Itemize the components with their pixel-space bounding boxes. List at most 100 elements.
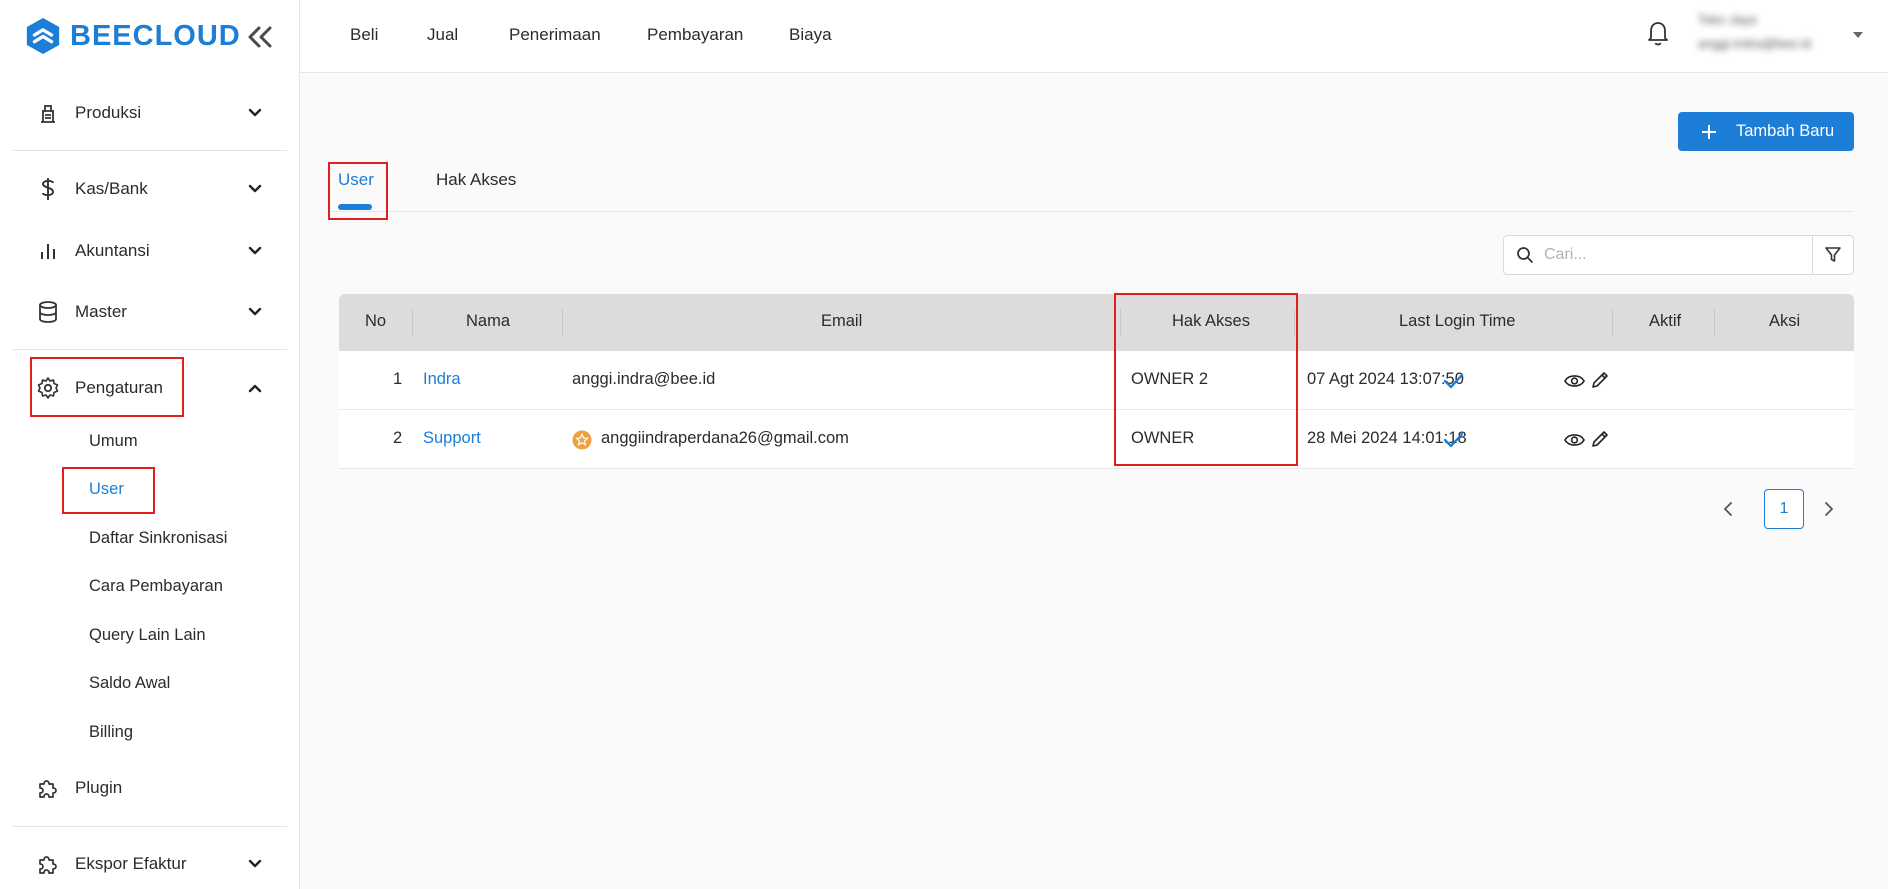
sidebar-item-kas-bank[interactable]: Kas/Bank	[0, 176, 300, 202]
brand-name: BEECLOUD	[70, 19, 241, 52]
header-separator	[1714, 309, 1715, 336]
header-aksi: Aksi	[1769, 312, 1801, 330]
user-table: No Nama Email Hak Akses Last Login Time …	[339, 294, 1854, 469]
chevron-down-icon	[248, 108, 262, 117]
beecloud-logo-icon	[26, 17, 60, 55]
chevron-left-icon[interactable]	[1718, 497, 1738, 521]
user-menu[interactable]: Toko Jaya anggi.indra@bee.id	[1698, 12, 1811, 51]
cell-email: anggi.indra@bee.id	[572, 370, 716, 388]
user-name: Toko Jaya	[1698, 12, 1757, 27]
header-separator	[1120, 309, 1121, 336]
database-icon	[36, 300, 60, 324]
gear-icon	[36, 376, 60, 400]
cell-hak-akses: OWNER	[1131, 429, 1195, 447]
table-header: No Nama Email Hak Akses Last Login Time …	[339, 294, 1854, 351]
pencil-icon[interactable]	[1590, 370, 1610, 390]
add-new-label: Tambah Baru	[1736, 122, 1835, 140]
sidebar-item-label: Plugin	[75, 778, 123, 797]
owner-star-icon	[572, 430, 592, 450]
chevron-right-icon[interactable]	[1819, 497, 1839, 521]
sidebar-item-akuntansi[interactable]: Akuntansi	[0, 238, 300, 264]
sidebar-item-plugin[interactable]: Plugin	[0, 775, 300, 801]
header-aktif: Aktif	[1649, 312, 1682, 330]
bar-chart-icon	[36, 239, 60, 263]
pencil-icon[interactable]	[1590, 429, 1610, 449]
check-icon	[1443, 432, 1464, 448]
cell-nama-link[interactable]: Support	[423, 429, 481, 448]
topbar: Beli Jual Penerimaan Pembayaran Biaya To…	[300, 0, 1888, 73]
cell-no: 2	[393, 429, 403, 447]
cell-last-login: 07 Agt 2024 13:07:50	[1307, 370, 1464, 388]
header-separator	[562, 309, 563, 336]
header-separator	[1612, 309, 1613, 336]
sidebar-item-label: Master	[75, 302, 127, 321]
topmenu-pembayaran[interactable]: Pembayaran	[647, 25, 743, 45]
sidebar-subitem-umum[interactable]: Umum	[89, 432, 138, 451]
user-email: anggi.indra@bee.id	[1698, 36, 1811, 51]
tab-bar: User Hak Akses	[330, 160, 1854, 212]
sidebar-item-label: Produksi	[75, 103, 142, 122]
filter-icon	[1825, 247, 1841, 262]
puzzle-icon	[36, 776, 60, 800]
dollar-icon	[36, 177, 60, 201]
sidebar-item-ekspor-efaktur[interactable]: Ekspor Efaktur	[0, 851, 300, 877]
search-input[interactable]	[1544, 246, 1804, 264]
filter-button[interactable]	[1813, 235, 1854, 275]
add-new-button[interactable]: Tambah Baru	[1678, 112, 1854, 151]
plus-icon	[1692, 124, 1726, 140]
sidebar-item-produksi[interactable]: Produksi	[0, 100, 300, 126]
sidebar-subitem-user[interactable]: User	[89, 480, 124, 499]
sidebar-divider	[13, 826, 287, 827]
topmenu-beli[interactable]: Beli	[350, 25, 378, 45]
page-number-button[interactable]: 1	[1764, 489, 1804, 529]
cell-no: 1	[393, 370, 403, 388]
topmenu-biaya[interactable]: Biaya	[789, 25, 832, 45]
factory-icon	[36, 101, 60, 125]
search-box	[1503, 235, 1813, 275]
sidebar-subitem-daftar-sinkronisasi[interactable]: Daftar Sinkronisasi	[89, 529, 227, 548]
table-row: 1 Indra anggi.indra@bee.id OWNER 2 07 Ag…	[339, 351, 1854, 410]
sidebar-item-master[interactable]: Master	[0, 299, 300, 325]
tab-user[interactable]: User	[338, 170, 374, 190]
tab-hak-akses[interactable]: Hak Akses	[436, 170, 516, 190]
cell-nama-link[interactable]: Indra	[423, 370, 461, 389]
header-last-login: Last Login Time	[1399, 312, 1516, 330]
search-icon	[1517, 247, 1533, 263]
eye-icon[interactable]	[1564, 371, 1585, 391]
sidebar-subitem-query-lain-lain[interactable]: Query Lain Lain	[89, 626, 206, 645]
chevron-up-icon	[248, 384, 262, 393]
header-no: No	[365, 312, 387, 330]
bell-icon[interactable]	[1645, 19, 1671, 47]
sidebar-subitem-billing[interactable]: Billing	[89, 723, 133, 742]
header-separator	[412, 309, 413, 336]
check-icon	[1443, 373, 1464, 389]
puzzle-icon	[36, 852, 60, 876]
header-nama: Nama	[466, 312, 511, 330]
caret-down-icon[interactable]	[1853, 32, 1863, 38]
sidebar-subitem-saldo-awal[interactable]: Saldo Awal	[89, 674, 170, 693]
eye-icon[interactable]	[1564, 430, 1585, 450]
sidebar-item-label: Akuntansi	[75, 241, 150, 260]
header-separator	[1294, 309, 1295, 336]
header-hak-akses: Hak Akses	[1172, 312, 1250, 330]
active-tab-indicator	[338, 204, 372, 210]
topmenu-jual[interactable]: Jual	[427, 25, 458, 45]
cell-hak-akses: OWNER 2	[1131, 370, 1209, 388]
chevron-down-icon	[248, 184, 262, 193]
chevron-down-icon	[248, 246, 262, 255]
chevron-down-icon	[248, 859, 262, 868]
sidebar-subitem-cara-pembayaran[interactable]: Cara Pembayaran	[89, 577, 223, 596]
sidebar: BEECLOUD Produksi Kas/Bank Akuntansi Mas…	[0, 0, 300, 889]
sidebar-item-label: Kas/Bank	[75, 179, 148, 198]
main-content: Beli Jual Penerimaan Pembayaran Biaya To…	[300, 0, 1888, 889]
sidebar-divider	[13, 150, 287, 151]
cell-email: anggiindraperdana26@gmail.com	[601, 429, 849, 447]
sidebar-item-pengaturan[interactable]: Pengaturan	[0, 375, 300, 401]
table-row: 2 Support anggiindraperdana26@gmail.com …	[339, 410, 1854, 469]
collapse-sidebar-icon[interactable]	[246, 24, 274, 50]
sidebar-item-label: Ekspor Efaktur	[75, 854, 187, 873]
topmenu-penerimaan[interactable]: Penerimaan	[509, 25, 601, 45]
sidebar-divider	[13, 349, 287, 350]
sidebar-item-label: Pengaturan	[75, 378, 163, 397]
chevron-down-icon	[248, 307, 262, 316]
